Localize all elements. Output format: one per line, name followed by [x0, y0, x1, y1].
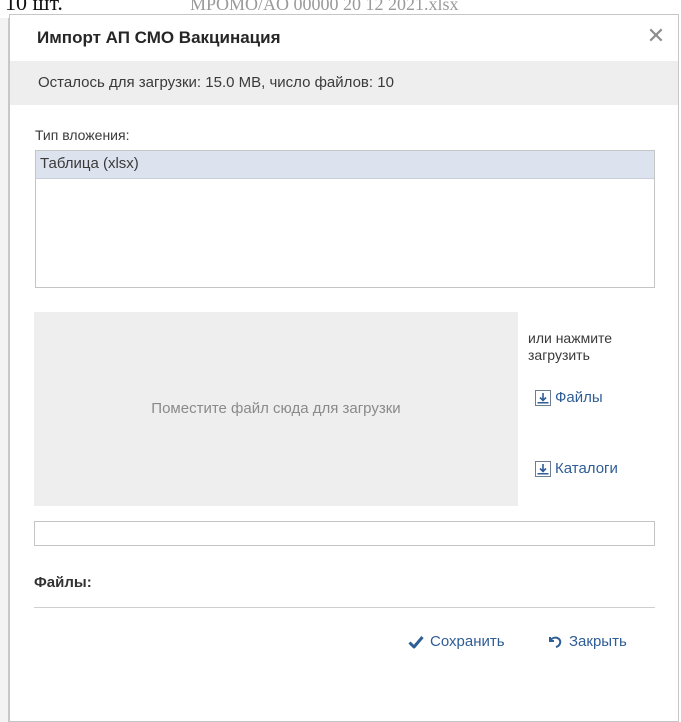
save-button[interactable]: Сохранить — [408, 633, 505, 650]
dialog-title: Импорт АП СМО Вакцинация — [37, 28, 281, 47]
attachment-type-list[interactable]: Таблица (xlsx) — [35, 150, 655, 288]
close-icon[interactable]: ✕ — [644, 24, 668, 48]
checkmark-icon — [408, 635, 424, 648]
upload-directories-label: Каталоги — [555, 460, 618, 477]
upload-quota-bar: Осталось для загрузки: 15.0 MB, число фа… — [10, 61, 678, 105]
files-divider — [34, 607, 655, 608]
dropzone-text: Поместите файл сюда для загрузки — [151, 400, 401, 417]
download-icon — [535, 389, 551, 406]
attachment-type-label: Тип вложения: — [35, 127, 130, 143]
upload-quota-text: Осталось для загрузки: 15.0 MB, число фа… — [38, 74, 394, 91]
background-file-name: MPOMO/AO 00000 20 12 2021.xlsx — [190, 0, 459, 14]
download-icon — [535, 460, 551, 477]
files-section-label: Файлы: — [34, 574, 92, 591]
upload-files-label: Файлы — [555, 389, 603, 406]
close-button[interactable]: Закрыть — [547, 633, 627, 650]
upload-files-button[interactable]: Файлы — [535, 389, 603, 406]
undo-icon — [549, 636, 562, 648]
or-click-upload-text: или нажмите загрузить — [528, 330, 613, 363]
upload-directories-button[interactable]: Каталоги — [535, 460, 618, 477]
save-button-label: Сохранить — [430, 633, 505, 650]
attachment-type-option[interactable]: Таблица (xlsx) — [36, 151, 654, 179]
file-dropzone[interactable]: Поместите файл сюда для загрузки — [34, 312, 518, 506]
upload-progress-bar — [34, 521, 655, 546]
close-button-label: Закрыть — [569, 633, 627, 650]
background-window-edge — [0, 18, 9, 722]
dialog-titlebar[interactable]: Импорт АП СМО Вакцинация ✕ — [10, 15, 678, 61]
